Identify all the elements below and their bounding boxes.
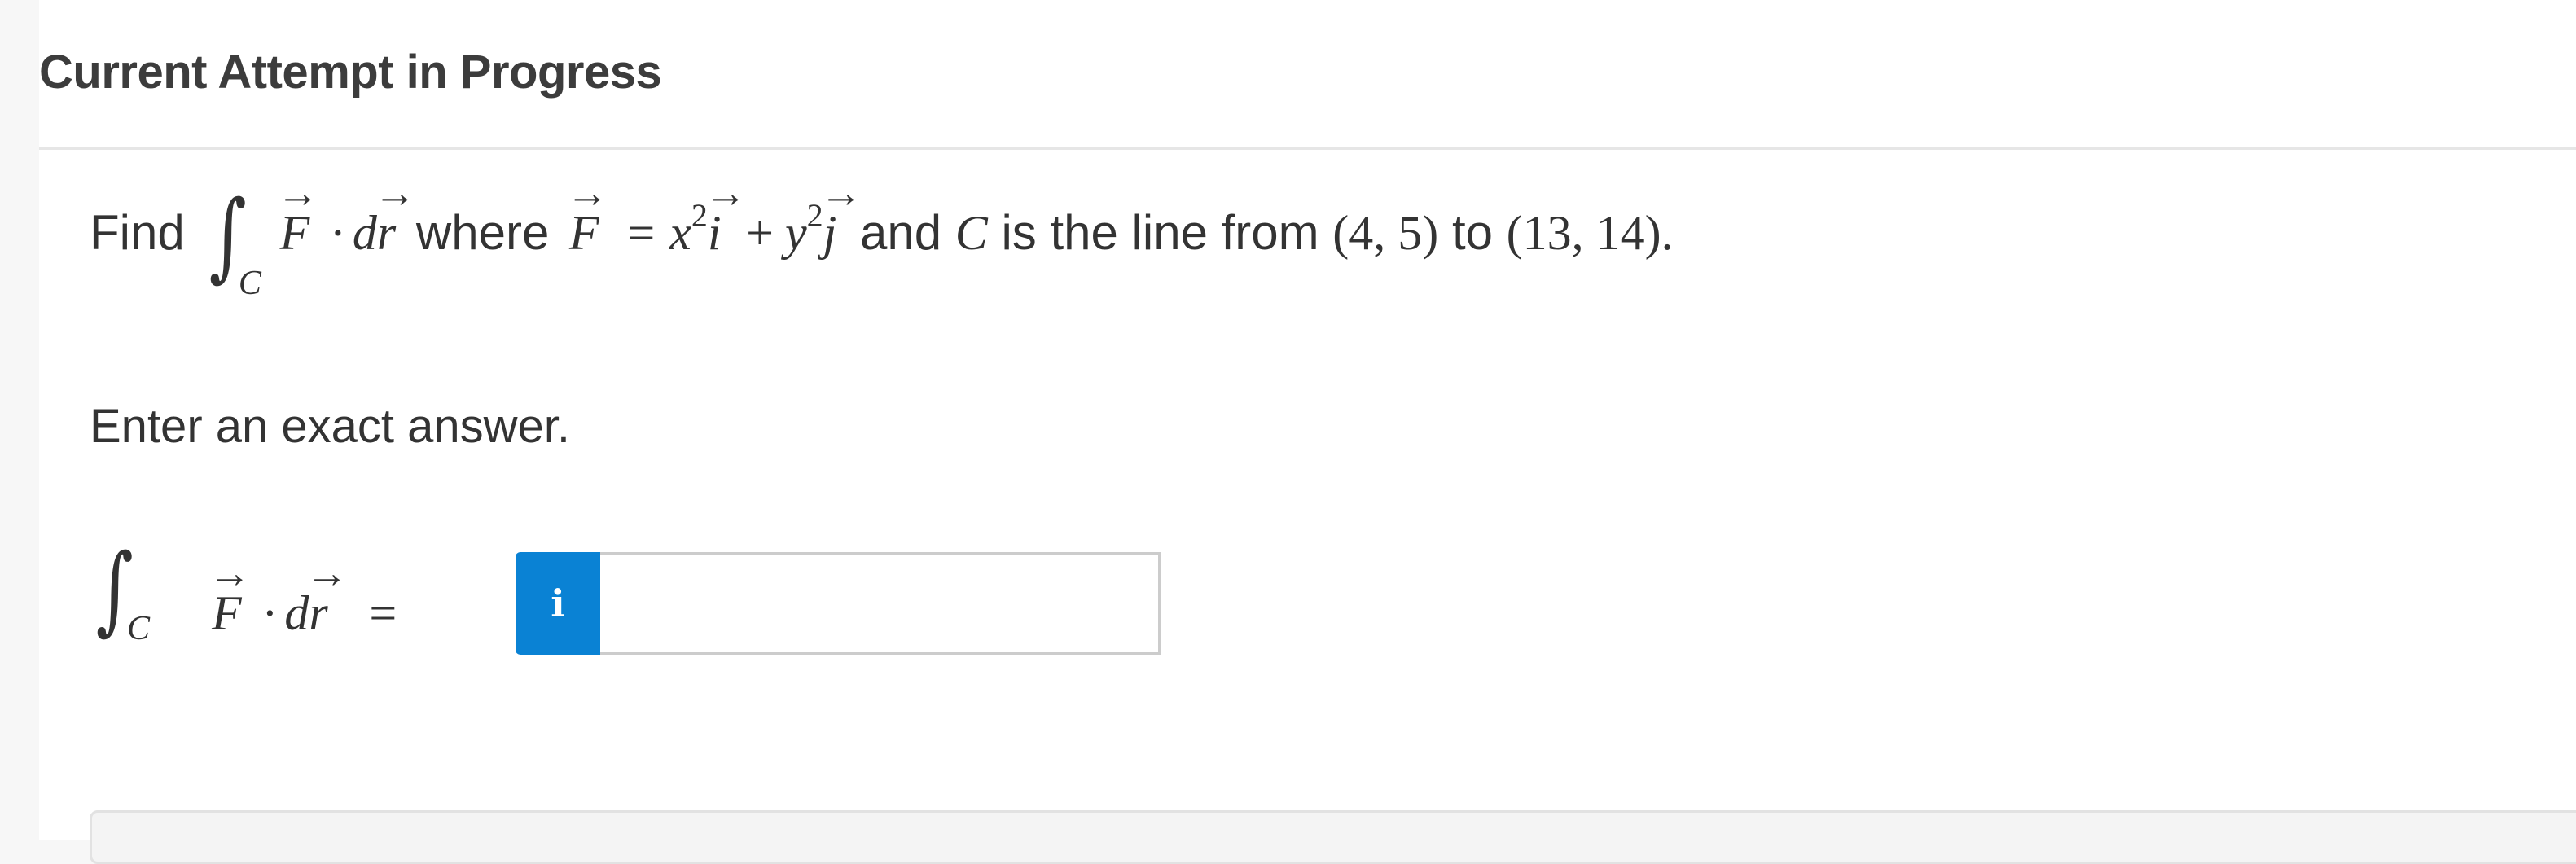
where-word: where bbox=[415, 205, 550, 260]
page-title: Current Attempt in Progress bbox=[39, 46, 662, 99]
vector-arrow-icon: → bbox=[566, 170, 608, 217]
vector-arrow-icon: → bbox=[305, 550, 349, 597]
curve-symbol: C bbox=[954, 206, 988, 260]
vector-f: → F bbox=[566, 170, 608, 261]
vector-i: → i bbox=[704, 170, 747, 261]
answer-input[interactable] bbox=[600, 552, 1161, 655]
start-point: (4, 5) bbox=[1332, 206, 1439, 260]
period: . bbox=[1661, 206, 1674, 260]
var-y: y bbox=[785, 206, 807, 260]
find-word: Find bbox=[90, 205, 185, 260]
vector-arrow-icon: → bbox=[819, 170, 862, 217]
divider bbox=[39, 147, 2576, 150]
instructions: Enter an exact answer. bbox=[90, 400, 570, 453]
vector-f: → F bbox=[276, 170, 319, 261]
vector-j: → j bbox=[819, 170, 862, 261]
line-phrase: is the line from bbox=[1001, 205, 1319, 260]
and-word: and bbox=[859, 205, 942, 260]
vector-r: → r bbox=[305, 550, 349, 641]
vector-arrow-icon: → bbox=[704, 170, 747, 217]
dot-operator: · bbox=[329, 206, 346, 260]
bottom-panel bbox=[90, 810, 2576, 864]
page: Current Attempt in Progress Find ∫C → F ·… bbox=[39, 0, 2576, 864]
plus-sign: + bbox=[746, 206, 774, 260]
equals-sign: = bbox=[627, 206, 656, 260]
vector-arrow-icon: → bbox=[276, 170, 319, 217]
var-x: x bbox=[669, 206, 691, 260]
vector-f: → F bbox=[208, 550, 251, 641]
end-point: (13, 14) bbox=[1506, 206, 1661, 260]
info-icon: i bbox=[551, 581, 565, 625]
vector-arrow-icon: → bbox=[208, 550, 251, 597]
integral-curve-label: C bbox=[127, 610, 151, 647]
vector-arrow-icon: → bbox=[373, 170, 416, 217]
info-button[interactable]: i bbox=[516, 552, 600, 655]
to-word: to bbox=[1451, 205, 1493, 260]
dot-operator: · bbox=[261, 586, 279, 640]
answer-expression: → F · d → r = bbox=[208, 550, 397, 642]
vector-r: → r bbox=[373, 170, 416, 261]
equals-sign: = bbox=[369, 586, 397, 640]
question-text: Find ∫C → F · d → r where → F = x2 → i + y2 → j and… bbox=[90, 170, 1674, 350]
integral-curve-label: C bbox=[238, 265, 261, 302]
